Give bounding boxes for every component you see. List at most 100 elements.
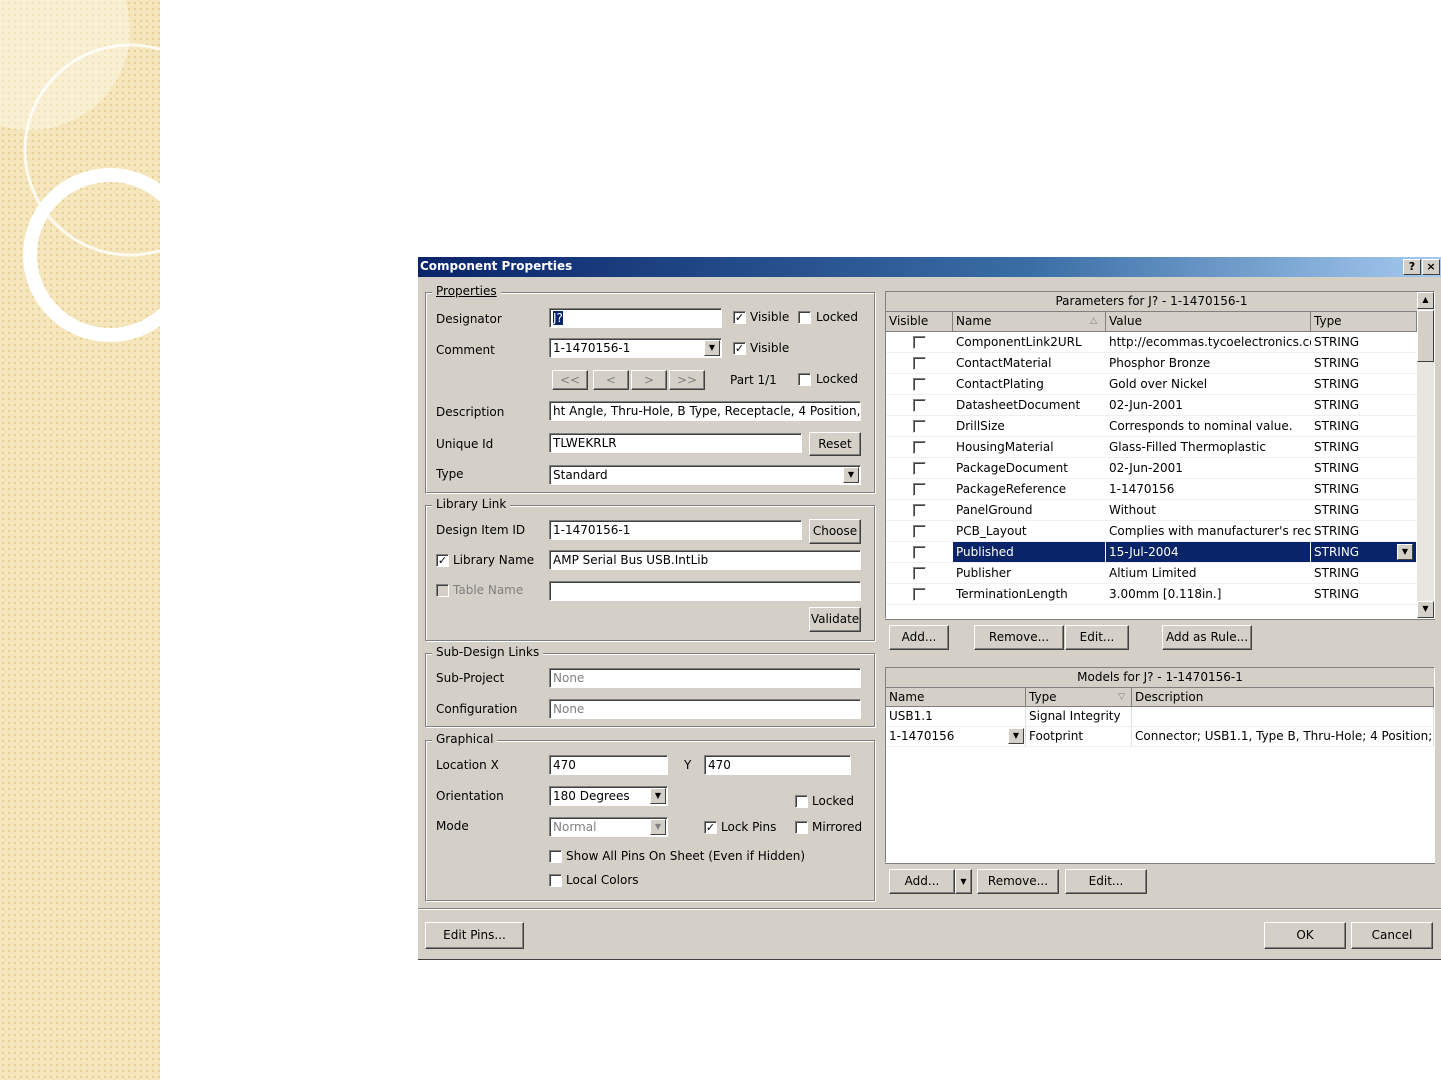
designator-locked-checkbox[interactable] <box>798 311 811 324</box>
parameter-visible-checkbox[interactable] <box>913 378 926 391</box>
remove-model-button[interactable]: Remove... <box>977 869 1059 894</box>
parameter-visible-checkbox[interactable] <box>913 336 926 349</box>
parameter-visible-checkbox[interactable] <box>913 567 926 580</box>
parameter-visible-checkbox[interactable] <box>913 441 926 454</box>
add-parameter-button[interactable]: Add... <box>889 625 949 650</box>
parameter-row[interactable]: TerminationLength 3.00mm [0.118in.] STRING <box>886 584 1417 605</box>
reset-button[interactable]: Reset <box>809 432 861 456</box>
parameter-type: STRING <box>1314 398 1360 412</box>
parameter-visible-checkbox[interactable] <box>913 483 926 496</box>
orientation-dropdown[interactable]: 180 Degrees ▼ <box>549 786 668 806</box>
comment-dropdown[interactable]: 1-1470156-1 ▼ <box>549 338 722 358</box>
models-column-type[interactable]: Type ▽ <box>1026 688 1132 707</box>
choose-button[interactable]: Choose <box>809 519 861 544</box>
show-all-pins-checkbox[interactable] <box>549 850 562 863</box>
model-row[interactable]: 1-1470156 Footprint Connector; USB1.1, Typ… <box>886 727 1434 747</box>
scroll-thumb[interactable] <box>1417 310 1434 362</box>
add-as-rule-button[interactable]: Add as Rule... <box>1162 625 1252 650</box>
remove-parameter-button[interactable]: Remove... <box>974 625 1064 650</box>
parameter-visible-checkbox[interactable] <box>913 525 926 538</box>
chevron-down-icon[interactable]: ▼ <box>843 467 859 483</box>
last-part-button[interactable]: >> <box>669 370 705 390</box>
chevron-down-icon[interactable]: ▼ <box>650 788 666 804</box>
mode-dropdown[interactable]: Normal ▼ <box>549 817 668 837</box>
chevron-down-icon[interactable]: ▼ <box>1008 728 1024 744</box>
parameter-row[interactable]: PCB_Layout Complies with manufacturer's r… <box>886 521 1417 542</box>
next-part-button[interactable]: > <box>631 370 667 390</box>
column-visible[interactable]: Visible <box>886 312 953 332</box>
location-x-input[interactable]: 470 <box>549 755 668 775</box>
validate-button[interactable]: Validate <box>809 607 861 632</box>
parameter-visible-checkbox[interactable] <box>913 399 926 412</box>
add-model-dropdown-icon[interactable]: ▼ <box>955 869 972 894</box>
sub-project-input[interactable]: None <box>549 668 861 688</box>
parameter-row[interactable]: Published 15-Jul-2004 STRING ▼ <box>886 542 1417 563</box>
scroll-down-icon[interactable]: ▼ <box>1417 601 1434 618</box>
parameter-row[interactable]: PanelGround Without STRING <box>886 500 1417 521</box>
parameter-row[interactable]: ComponentLink2URL http://ecommas.tycoelec… <box>886 332 1417 353</box>
parameter-visible-checkbox[interactable] <box>913 546 926 559</box>
first-part-button[interactable]: << <box>552 370 588 390</box>
ok-button[interactable]: OK <box>1264 922 1346 949</box>
parameter-visible-checkbox[interactable] <box>913 420 926 433</box>
parameter-name: PackageDocument <box>956 461 1068 475</box>
designator-visible-checkbox[interactable]: ✓ <box>733 311 746 324</box>
parameter-value: Altium Limited <box>1109 566 1197 580</box>
mirrored-checkbox[interactable] <box>795 821 808 834</box>
chevron-down-icon[interactable]: ▼ <box>650 819 666 835</box>
graphical-locked-checkbox[interactable] <box>795 795 808 808</box>
lock-pins-checkbox[interactable]: ✓ <box>704 821 717 834</box>
parameter-visible-checkbox[interactable] <box>913 462 926 475</box>
table-name-checkbox[interactable] <box>436 584 449 597</box>
close-button[interactable]: × <box>1422 259 1440 275</box>
comment-visible-checkbox[interactable]: ✓ <box>733 342 746 355</box>
edit-pins-button[interactable]: Edit Pins... <box>425 922 524 949</box>
parameter-row[interactable]: PackageDocument 02-Jun-2001 STRING <box>886 458 1417 479</box>
orientation-label: Orientation <box>436 789 504 803</box>
unique-id-input[interactable]: TLWEKRLR <box>549 433 802 453</box>
parameter-row[interactable]: ContactPlating Gold over Nickel STRING <box>886 374 1417 395</box>
graphical-locked-label: Locked <box>812 794 854 808</box>
parameter-row[interactable]: Publisher Altium Limited STRING <box>886 563 1417 584</box>
part-locked-checkbox[interactable] <box>798 373 811 386</box>
parameter-name: ComponentLink2URL <box>956 335 1082 349</box>
add-model-button[interactable]: Add... <box>889 869 955 894</box>
cancel-button[interactable]: Cancel <box>1351 922 1433 949</box>
description-input[interactable]: ht Angle, Thru-Hole, B Type, Receptacle,… <box>549 401 861 421</box>
designator-input[interactable]: J? <box>549 308 722 328</box>
local-colors-checkbox[interactable] <box>549 874 562 887</box>
column-value[interactable]: Value <box>1106 312 1311 332</box>
location-y-input[interactable]: 470 <box>704 755 851 775</box>
library-name-checkbox[interactable]: ✓ <box>436 554 449 567</box>
parameter-name: PanelGround <box>956 503 1033 517</box>
configuration-input[interactable]: None <box>549 699 861 719</box>
parameter-visible-checkbox[interactable] <box>913 588 926 601</box>
chevron-down-icon[interactable]: ▼ <box>704 340 720 356</box>
scroll-up-icon[interactable]: ▲ <box>1417 292 1434 309</box>
parameter-visible-checkbox[interactable] <box>913 357 926 370</box>
parameter-row[interactable]: DrillSize Corresponds to nominal value. ST… <box>886 416 1417 437</box>
models-column-name[interactable]: Name <box>886 688 1026 707</box>
design-item-id-input[interactable]: 1-1470156-1 <box>549 520 802 540</box>
parameter-row[interactable]: ContactMaterial Phosphor Bronze STRING <box>886 353 1417 374</box>
parameter-row[interactable]: PackageReference 1-1470156 STRING <box>886 479 1417 500</box>
parameter-value: 1-1470156 <box>1109 482 1175 496</box>
parameters-scrollbar[interactable]: ▲ ▼ <box>1417 292 1434 618</box>
model-row[interactable]: USB1.1 Signal Integrity <box>886 707 1434 727</box>
column-type[interactable]: Type <box>1311 312 1417 332</box>
models-column-description[interactable]: Description <box>1132 688 1434 707</box>
table-name-input[interactable] <box>549 581 861 601</box>
library-name-input[interactable]: AMP Serial Bus USB.IntLib <box>549 550 861 570</box>
help-button[interactable]: ? <box>1403 259 1421 275</box>
parameter-row[interactable]: HousingMaterial Glass-Filled Thermoplasti… <box>886 437 1417 458</box>
chevron-down-icon[interactable]: ▼ <box>1397 544 1413 560</box>
type-dropdown[interactable]: Standard ▼ <box>549 465 861 485</box>
model-description <box>1132 707 1434 726</box>
parameter-name: ContactMaterial <box>956 356 1052 370</box>
parameter-visible-checkbox[interactable] <box>913 504 926 517</box>
parameter-row[interactable]: DatasheetDocument 02-Jun-2001 STRING <box>886 395 1417 416</box>
edit-model-button[interactable]: Edit... <box>1065 869 1147 894</box>
prev-part-button[interactable]: < <box>593 370 629 390</box>
column-name[interactable]: Name △ <box>953 312 1106 332</box>
edit-parameter-button[interactable]: Edit... <box>1065 625 1129 650</box>
